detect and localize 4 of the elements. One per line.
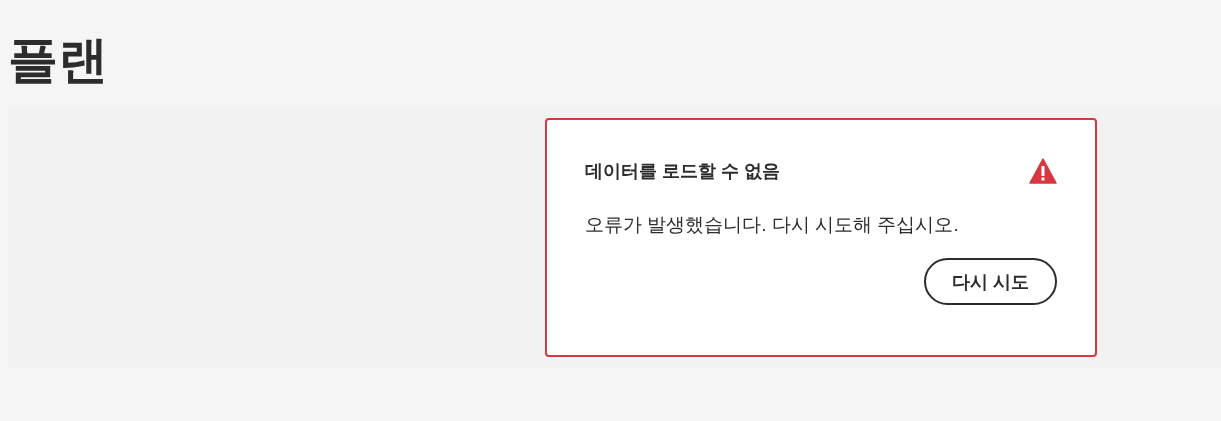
error-heading: 데이터를 로드할 수 없음 [585,160,780,183]
retry-button[interactable]: 다시 시도 [924,258,1057,305]
error-message: 오류가 발생했습니다. 다시 시도해 주십시오. [585,213,960,237]
warning-icon [1029,158,1057,184]
